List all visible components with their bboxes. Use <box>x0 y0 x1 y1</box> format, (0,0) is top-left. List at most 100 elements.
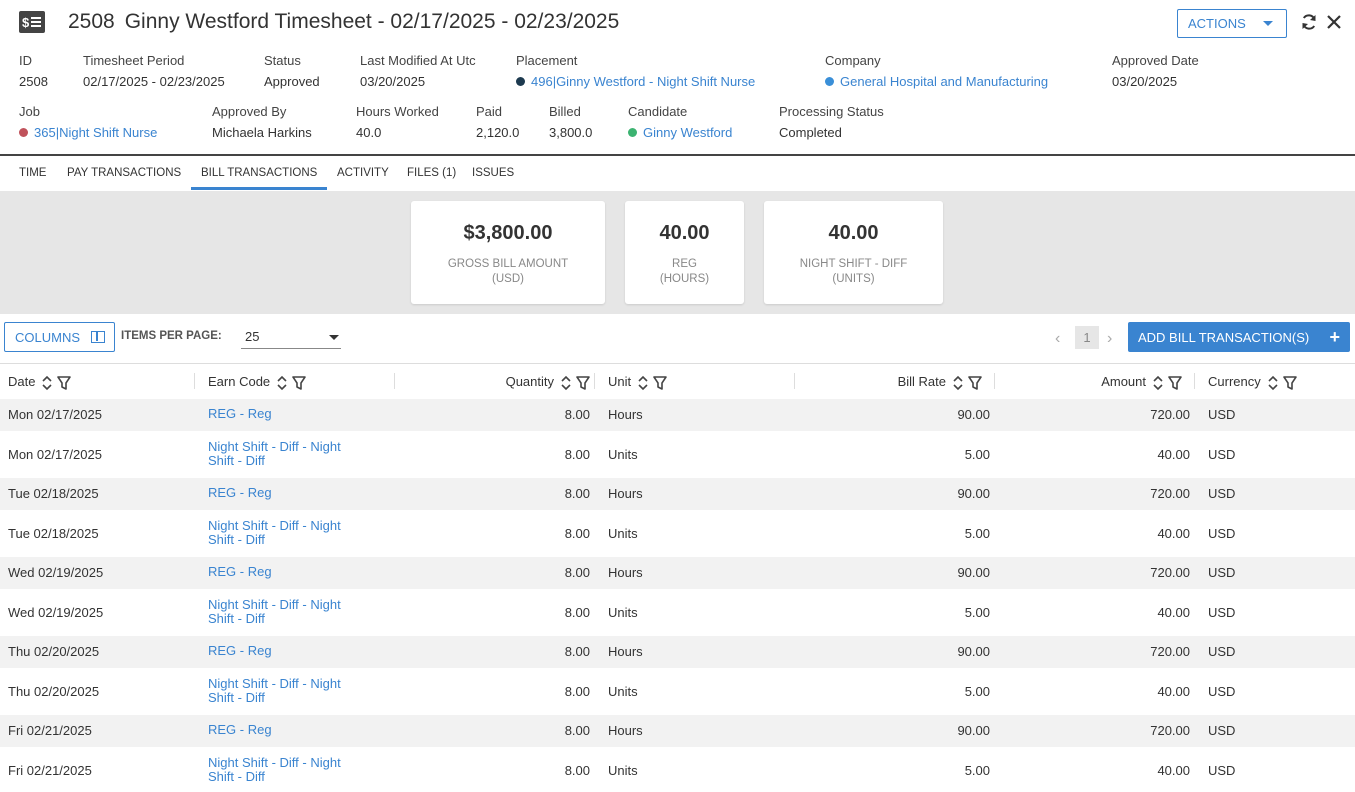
cell-quantity: 8.00 <box>564 407 590 422</box>
earn-code-link[interactable]: REG - Reg <box>208 486 272 500</box>
tab-files[interactable]: FILES (1) <box>407 156 456 190</box>
cell-amount: 720.00 <box>1150 565 1190 580</box>
tab-pay-transactions[interactable]: PAY TRANSACTIONS <box>67 156 181 190</box>
cell-bill-rate: 90.00 <box>957 407 990 422</box>
page-number[interactable]: 1 <box>1075 326 1099 349</box>
cell-date: Thu 02/20/2025 <box>8 644 100 659</box>
sort-icon <box>638 375 667 391</box>
actions-label: ACTIONS <box>1188 16 1246 31</box>
cell-amount: 40.00 <box>1157 605 1190 620</box>
field-id: ID 2508 <box>19 53 48 89</box>
field-label: Approved By <box>212 104 287 119</box>
cell-unit: Units <box>608 684 638 699</box>
cell-amount: 40.00 <box>1157 526 1190 541</box>
actions-button[interactable]: ACTIONS <box>1177 9 1287 38</box>
col-header-earn-code[interactable]: Earn Code <box>208 364 314 400</box>
refresh-icon[interactable] <box>1300 13 1318 31</box>
cell-currency: USD <box>1208 486 1236 501</box>
table-row[interactable]: Mon 02/17/2025 8.00 Hours 90.00 720.00 USD REG… <box>0 399 1355 431</box>
field-value: Completed <box>779 125 842 140</box>
table-row[interactable]: Tue 02/18/2025 8.00 Hours 90.00 720.00 USD REG… <box>0 478 1355 510</box>
company-link[interactable]: General Hospital and Manufacturing <box>825 74 1048 89</box>
add-bill-transaction-button[interactable]: ADD BILL TRANSACTION(S) + <box>1128 322 1350 352</box>
cell-quantity: 8.00 <box>564 684 590 699</box>
table-row[interactable]: Thu 02/20/2025 8.00 Units 5.00 40.00 USD Night… <box>0 668 1355 715</box>
col-header-amount[interactable]: Amount <box>1101 364 1190 400</box>
cell-bill-rate: 90.00 <box>957 565 990 580</box>
plus-icon: + <box>1329 327 1340 347</box>
candidate-link-text[interactable]: Ginny Westford <box>643 125 732 140</box>
company-link-text[interactable]: General Hospital and Manufacturing <box>840 74 1048 89</box>
job-link[interactable]: 365|Night Shift Nurse <box>19 125 157 140</box>
sort-filter-icons[interactable] <box>1267 365 1305 401</box>
earn-code-link[interactable]: Night Shift - Diff - Night Shift - Diff <box>208 440 341 468</box>
earn-code-link[interactable]: REG - Reg <box>208 723 272 737</box>
summary-caption: NIGHT SHIFT - DIFF (UNITS) <box>799 258 908 285</box>
chevron-left-icon[interactable]: ‹ <box>1055 330 1060 348</box>
cell-quantity: 8.00 <box>564 723 590 738</box>
cell-quantity: 8.00 <box>564 644 590 659</box>
cell-amount: 720.00 <box>1150 486 1190 501</box>
field-label: Timesheet Period <box>83 53 185 68</box>
column-divider <box>794 373 795 389</box>
field-value: 2,120.0 <box>476 125 520 140</box>
sort-filter-icons[interactable] <box>952 365 990 401</box>
cell-date: Wed 02/19/2025 <box>8 605 104 620</box>
sort-filter-icons[interactable] <box>276 365 314 401</box>
earn-code-link[interactable]: REG - Reg <box>208 407 272 421</box>
cell-quantity: 8.00 <box>564 486 590 501</box>
cell-amount: 40.00 <box>1157 447 1190 462</box>
cell-currency: USD <box>1208 605 1236 620</box>
tab-activity[interactable]: ACTIVITY <box>337 156 389 190</box>
cell-amount: 40.00 <box>1157 684 1190 699</box>
table-row[interactable]: Fri 02/21/2025 8.00 Units 5.00 40.00 USD Night… <box>0 747 1355 792</box>
field-job: Job 365|Night Shift Nurse <box>19 104 157 140</box>
cell-quantity: 8.00 <box>564 763 590 778</box>
earn-code-link[interactable]: Night Shift - Diff - Night Shift - Diff <box>208 598 341 626</box>
col-header-currency[interactable]: Currency <box>1208 364 1305 400</box>
field-value: 03/20/2025 <box>360 74 426 89</box>
sort-filter-icons[interactable] <box>637 365 675 401</box>
table-row[interactable]: Thu 02/20/2025 8.00 Hours 90.00 720.00 USD REG… <box>0 636 1355 668</box>
table-row[interactable]: Fri 02/21/2025 8.00 Hours 90.00 720.00 USD REG… <box>0 715 1355 747</box>
items-per-page-select[interactable]: 25 <box>241 327 341 349</box>
col-header-date[interactable]: Date <box>8 364 79 400</box>
earn-code-link[interactable]: REG - Reg <box>208 565 272 579</box>
field-approved-by: Approved By Michaela Harkins <box>212 104 312 140</box>
col-header-bill-rate[interactable]: Bill Rate <box>898 364 990 400</box>
cell-date: Mon 02/17/2025 <box>8 447 102 462</box>
chevron-right-icon[interactable]: › <box>1107 330 1112 348</box>
tab-bill-transactions[interactable]: BILL TRANSACTIONS <box>191 156 328 190</box>
candidate-link[interactable]: Ginny Westford <box>628 125 732 140</box>
col-header-unit[interactable]: Unit <box>608 364 675 400</box>
sort-filter-icons[interactable] <box>560 365 598 401</box>
earn-code-link[interactable]: Night Shift - Diff - Night Shift - Diff <box>208 519 341 547</box>
earn-code-link[interactable]: Night Shift - Diff - Night Shift - Diff <box>208 677 341 705</box>
tab-time[interactable]: TIME <box>19 156 46 190</box>
sort-filter-icons[interactable] <box>1152 365 1190 401</box>
field-label: Company <box>825 53 881 68</box>
cell-unit: Units <box>608 447 638 462</box>
table-row[interactable]: Mon 02/17/2025 8.00 Units 5.00 40.00 USD Night… <box>0 431 1355 478</box>
placement-link-text[interactable]: 496|Ginny Westford - Night Shift Nurse <box>531 74 755 89</box>
earn-code-link[interactable]: Night Shift - Diff - Night Shift - Diff <box>208 756 341 784</box>
job-link-text[interactable]: 365|Night Shift Nurse <box>34 125 157 140</box>
table-row[interactable]: Wed 02/19/2025 8.00 Units 5.00 40.00 USD Night… <box>0 589 1355 636</box>
cell-unit: Units <box>608 526 638 541</box>
cell-currency: USD <box>1208 447 1236 462</box>
field-company: Company General Hospital and Manufacturi… <box>825 53 1048 89</box>
col-header-quantity[interactable]: Quantity <box>506 364 598 400</box>
job-dot <box>19 128 28 137</box>
field-label: Approved Date <box>1112 53 1199 68</box>
columns-button[interactable]: COLUMNS <box>4 322 115 352</box>
sort-filter-icons[interactable] <box>41 365 79 401</box>
field-hours-worked: Hours Worked 40.0 <box>356 104 439 140</box>
field-label: Job <box>19 104 40 119</box>
table-row[interactable]: Wed 02/19/2025 8.00 Hours 90.00 720.00 USD REG… <box>0 557 1355 589</box>
close-icon[interactable] <box>1325 13 1343 31</box>
tab-issues[interactable]: ISSUES <box>472 156 514 190</box>
placement-link[interactable]: 496|Ginny Westford - Night Shift Nurse <box>516 74 755 89</box>
sort-icon <box>42 375 72 391</box>
table-row[interactable]: Tue 02/18/2025 8.00 Units 5.00 40.00 USD Night… <box>0 510 1355 557</box>
earn-code-link[interactable]: REG - Reg <box>208 644 272 658</box>
